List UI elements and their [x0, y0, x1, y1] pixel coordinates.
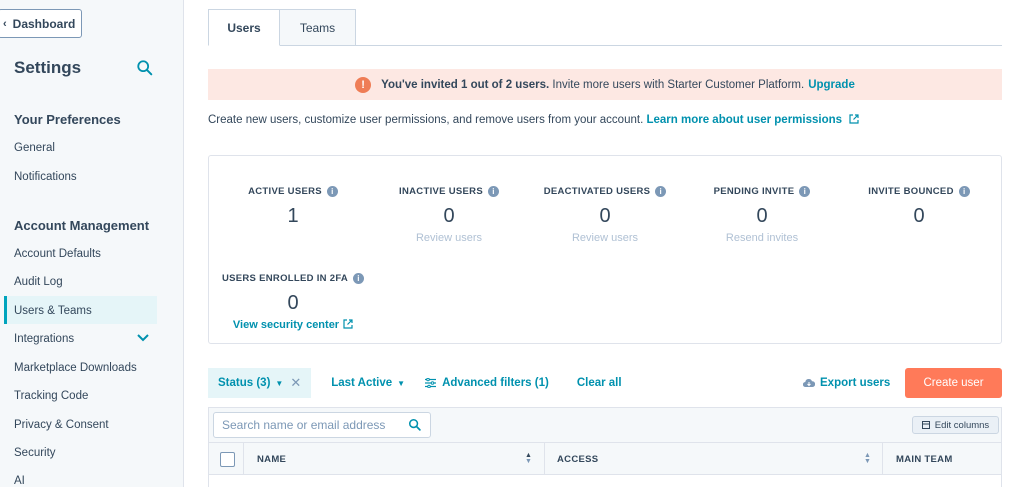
sidebar-item-tracking-code[interactable]: Tracking Code — [14, 390, 88, 402]
user-stats-card: ACTIVE USERS i 1 INACTIVE USERS i 0 Review… — [208, 155, 1002, 344]
filter-icon — [425, 378, 437, 388]
learn-more-link[interactable]: Learn more about user permissions — [646, 114, 842, 126]
select-all-checkbox[interactable] — [220, 452, 235, 467]
external-link-icon — [343, 319, 353, 329]
caret-down-icon: ▼ — [275, 378, 284, 388]
stat-active-users: ACTIVE USERS i 1 — [213, 181, 373, 228]
stat-value: 1 — [287, 205, 299, 227]
sidebar-item-general[interactable]: General — [14, 142, 55, 154]
stat-value: 0 — [599, 205, 611, 227]
table-row[interactable] — [209, 475, 1001, 487]
info-icon[interactable]: i — [655, 186, 667, 197]
stat-label: PENDING INVITE — [713, 186, 795, 197]
users-teams-tabs: Users Teams — [208, 9, 356, 46]
stat-label: ACTIVE USERS — [248, 186, 322, 197]
edit-columns-button[interactable]: Edit columns — [912, 416, 999, 434]
export-users-label: Export users — [820, 377, 891, 389]
stat-inactive-users: INACTIVE USERS i 0 Review users — [369, 181, 529, 244]
user-search-box — [213, 412, 431, 438]
stat-value: 0 — [443, 205, 455, 227]
banner-text: Invite more users with Starter Customer … — [552, 78, 805, 91]
section-heading-account-management: Account Management — [14, 218, 150, 233]
stat-value: 0 — [913, 205, 925, 227]
stat-pending-invite: PENDING INVITE i 0 Resend invites — [682, 181, 842, 244]
tab-users[interactable]: Users — [208, 9, 280, 46]
info-icon[interactable]: i — [799, 186, 811, 197]
user-search-input[interactable] — [222, 418, 408, 432]
review-users-link[interactable]: Review users — [369, 232, 529, 244]
stat-invite-bounced: INVITE BOUNCED i 0 — [839, 181, 999, 228]
status-filter-label: Status (3) — [218, 377, 271, 389]
stat-label: USERS ENROLLED IN 2FA — [221, 273, 349, 284]
upgrade-link[interactable]: Upgrade — [808, 79, 855, 91]
stat-value: 0 — [287, 292, 299, 314]
filter-bar: Status (3) ▼ ✕ Last Active ▼ Advanced fi… — [208, 368, 622, 398]
last-active-filter-button[interactable]: Last Active ▼ — [331, 377, 405, 389]
sidebar-item-audit-log[interactable]: Audit Log — [14, 276, 63, 288]
stat-deactivated-users: DEACTIVATED USERS i 0 Review users — [525, 181, 685, 244]
export-users-button[interactable]: Export users — [803, 377, 890, 389]
info-icon[interactable]: i — [958, 186, 970, 197]
sidebar-item-integrations[interactable]: Integrations — [14, 333, 74, 345]
sidebar-item-marketplace-downloads[interactable]: Marketplace Downloads — [14, 362, 137, 374]
stat-value: 0 — [756, 205, 768, 227]
stat-label: INACTIVE USERS — [399, 186, 483, 197]
sidebar-item-ai[interactable]: AI — [14, 475, 25, 487]
external-link-icon — [849, 114, 859, 124]
column-header-main-team[interactable]: MAIN TEAM — [896, 443, 953, 476]
info-icon[interactable]: i — [326, 186, 338, 197]
dashboard-back-button[interactable]: ‹ Dashboard — [0, 9, 82, 38]
stat-label: INVITE BOUNCED — [868, 186, 954, 197]
users-table: Edit columns NAME ▲▼ ACCESS ▲▼ MAIN TEAM — [208, 407, 1002, 487]
edit-columns-label: Edit columns — [934, 419, 990, 431]
tab-teams[interactable]: Teams — [280, 9, 356, 46]
sidebar-item-users-teams[interactable]: Users & Teams — [14, 305, 92, 317]
tabs-divider — [354, 45, 1002, 46]
create-user-button[interactable]: Create user — [905, 368, 1002, 398]
warning-icon: ! — [355, 76, 372, 93]
sort-icon[interactable]: ▲ ▼ — [864, 452, 871, 465]
clear-all-button[interactable]: Clear all — [577, 377, 622, 389]
column-header-access[interactable]: ACCESS — [557, 443, 598, 476]
search-icon[interactable] — [408, 418, 422, 432]
sort-icon[interactable]: ▲ ▼ — [525, 452, 532, 465]
sidebar-item-notifications[interactable]: Notifications — [14, 171, 77, 183]
sidebar-title: Settings — [14, 58, 82, 77]
sidebar-item-account-defaults[interactable]: Account Defaults — [14, 248, 101, 260]
chevron-left-icon: ‹ — [3, 17, 7, 30]
status-filter-button[interactable]: Status (3) ▼ ✕ — [208, 368, 312, 398]
chevron-down-icon[interactable] — [137, 333, 149, 343]
stat-label: DEACTIVATED USERS — [543, 186, 651, 197]
security-link-text: View security center — [232, 319, 340, 331]
review-users-link[interactable]: Review users — [525, 232, 685, 244]
info-icon[interactable]: i — [487, 186, 499, 197]
column-header-name[interactable]: NAME — [257, 443, 286, 476]
view-security-center-link[interactable]: View security center — [213, 319, 373, 331]
info-icon[interactable]: i — [353, 273, 365, 284]
caret-down-icon: ▼ — [397, 378, 406, 388]
advanced-filters-label: Advanced filters (1) — [442, 377, 549, 389]
stat-users-2fa: USERS ENROLLED IN 2FA i 0 View security c… — [213, 268, 373, 331]
page-description: Create new users, customize user permiss… — [208, 114, 859, 126]
columns-icon — [921, 421, 930, 429]
upgrade-banner: ! You've invited 1 out of 2 users. Invit… — [208, 69, 1002, 100]
banner-bold-text: You've invited 1 out of 2 users. — [381, 78, 550, 91]
last-active-label: Last Active — [331, 377, 393, 389]
table-header-row: NAME ▲ ▼ ACCESS ▲ ▼ MAIN TEAM — [209, 442, 1001, 487]
advanced-filters-button[interactable]: Advanced filters (1) — [425, 377, 549, 389]
close-icon[interactable]: ✕ — [290, 375, 301, 391]
sidebar-item-privacy-consent[interactable]: Privacy & Consent — [14, 419, 109, 431]
dashboard-label: Dashboard — [12, 16, 76, 31]
cloud-download-icon — [803, 379, 815, 388]
description-text: Create new users, customize user permiss… — [208, 114, 644, 126]
sidebar-item-security[interactable]: Security — [14, 447, 56, 459]
settings-sidebar: ‹ Dashboard Settings Your Preferences Ge… — [0, 0, 184, 487]
search-icon[interactable] — [136, 59, 154, 77]
resend-invites-link[interactable]: Resend invites — [682, 232, 842, 244]
section-heading-preferences: Your Preferences — [14, 112, 121, 127]
